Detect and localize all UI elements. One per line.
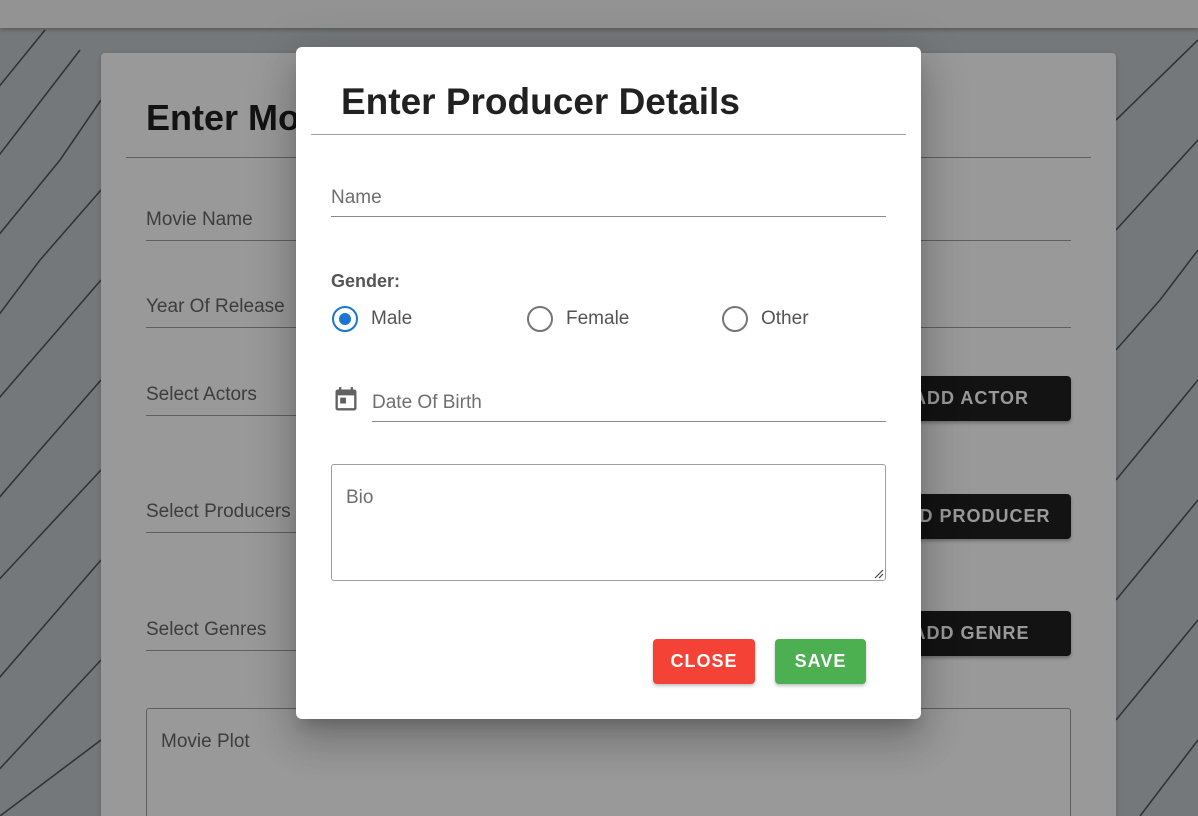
save-button[interactable]: SAVE bbox=[775, 639, 866, 684]
gender-radio-male[interactable]: Male bbox=[332, 304, 412, 334]
gender-radio-other[interactable]: Other bbox=[722, 304, 809, 334]
gender-option-label: Other bbox=[761, 308, 809, 329]
calendar-icon[interactable] bbox=[332, 386, 360, 414]
gender-label: Gender: bbox=[331, 271, 401, 291]
date-of-birth-input[interactable] bbox=[372, 384, 886, 421]
gender-radio-female[interactable]: Female bbox=[527, 304, 629, 334]
date-of-birth-field bbox=[372, 384, 886, 422]
gender-option-label: Male bbox=[371, 308, 413, 329]
radio-unchecked-icon bbox=[722, 306, 748, 332]
bio-textarea[interactable] bbox=[332, 465, 885, 580]
bio-field bbox=[331, 464, 886, 581]
radio-checked-icon bbox=[332, 306, 358, 332]
producer-name-input[interactable] bbox=[331, 179, 886, 216]
gender-option-label: Female bbox=[566, 308, 630, 329]
producer-name-field bbox=[331, 179, 886, 217]
dialog-title: Enter Producer Details bbox=[341, 81, 740, 122]
producer-details-dialog: Enter Producer Details Gender: Male Fema… bbox=[296, 47, 921, 719]
dialog-title-divider bbox=[311, 134, 906, 135]
radio-unchecked-icon bbox=[527, 306, 553, 332]
close-button[interactable]: CLOSE bbox=[653, 639, 755, 684]
resize-handle-icon[interactable] bbox=[874, 569, 884, 579]
